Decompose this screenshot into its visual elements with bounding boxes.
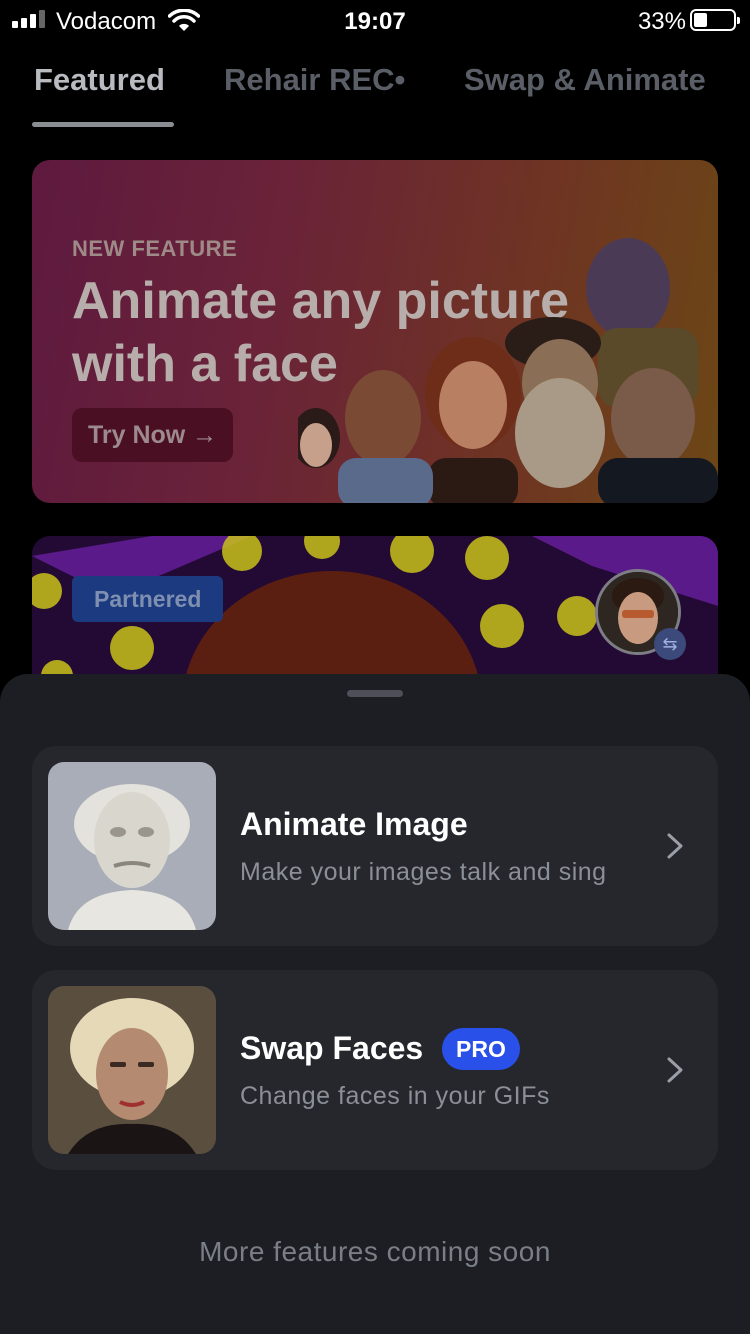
animate-image-option[interactable]: Animate Image Make your images talk and …	[32, 746, 718, 946]
animate-image-subtitle: Make your images talk and sing	[240, 858, 607, 886]
pro-badge: PRO	[442, 1028, 520, 1070]
try-now-button[interactable]: Try Now →	[72, 408, 234, 462]
try-now-label: Try Now →	[88, 420, 218, 449]
pro-badge-label: PRO	[456, 1035, 506, 1062]
partnered-card[interactable]: Partnered ⇆	[32, 536, 718, 696]
battery-percent: 33%	[637, 8, 686, 35]
animate-image-title: Animate Image	[240, 806, 468, 842]
animate-image-thumbnail	[48, 762, 216, 930]
partnered-label: Partnered	[94, 585, 202, 612]
swap-faces-thumbnail	[48, 986, 216, 1154]
battery-icon	[690, 9, 740, 31]
chevron-right-icon	[667, 1057, 683, 1083]
featured-banner[interactable]: NEW FEATURE Animate any picture with a f…	[32, 160, 718, 503]
banner-eyebrow: NEW FEATURE	[72, 236, 238, 261]
coming-soon-text: More features coming soon	[199, 1236, 551, 1267]
tab-swap-animate[interactable]: Swap & Animate	[464, 62, 706, 98]
status-bar: Vodacom 19:07 33%	[0, 0, 750, 40]
top-tabs: Featured Rehair REC• Swap & Animate	[0, 60, 750, 130]
faces-collage-image	[298, 238, 718, 503]
swap-faces-subtitle: Change faces in your GIFs	[240, 1082, 550, 1110]
swap-faces-option[interactable]: Swap Faces PRO Change faces in your GIFs	[32, 970, 718, 1170]
chevron-right-icon	[667, 833, 683, 859]
swap-faces-title: Swap Faces	[240, 1030, 424, 1066]
tab-rehair-rec[interactable]: Rehair REC•	[224, 62, 405, 98]
swap-arrows-icon: ⇆	[654, 628, 686, 660]
bottom-sheet: Animate Image Make your images talk and …	[0, 674, 750, 1334]
sheet-drag-handle[interactable]	[347, 690, 403, 697]
tab-featured[interactable]: Featured	[34, 62, 165, 98]
partnered-badge: Partnered	[72, 576, 224, 622]
active-tab-indicator	[32, 122, 174, 127]
